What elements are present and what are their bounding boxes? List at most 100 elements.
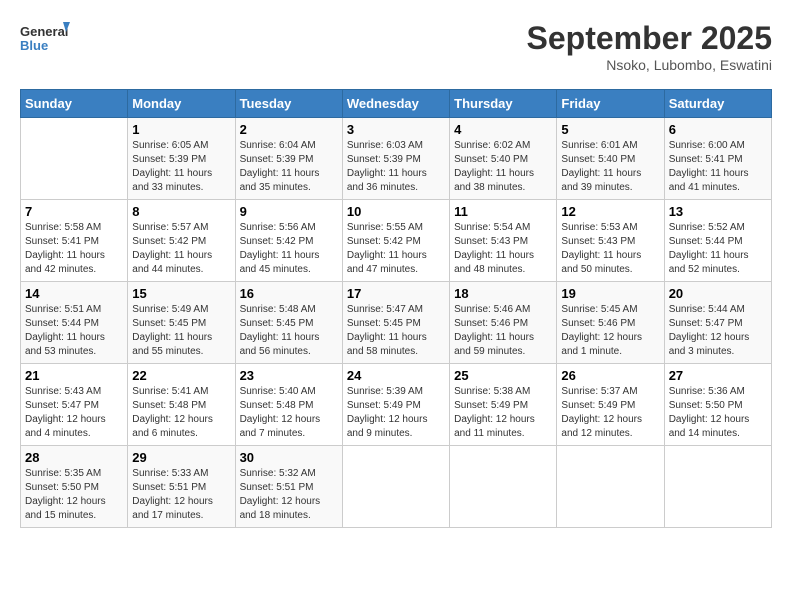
day-info: Sunrise: 5:48 AMSunset: 5:45 PMDaylight:… — [240, 303, 338, 359]
calendar-cell: 6 Sunrise: 6:00 AMSunset: 5:41 PMDayligh… — [664, 118, 771, 200]
calendar-cell: 28 Sunrise: 5:35 AMSunset: 5:50 PMDaylig… — [21, 446, 128, 528]
day-number: 17 — [347, 286, 445, 301]
day-info: Sunrise: 5:45 AMSunset: 5:46 PMDaylight:… — [561, 303, 659, 359]
calendar-cell: 30 Sunrise: 5:32 AMSunset: 5:51 PMDaylig… — [235, 446, 342, 528]
day-info: Sunrise: 5:33 AMSunset: 5:51 PMDaylight:… — [132, 467, 230, 523]
day-number: 29 — [132, 450, 230, 465]
calendar-cell: 1 Sunrise: 6:05 AMSunset: 5:39 PMDayligh… — [128, 118, 235, 200]
logo: General Blue — [20, 20, 70, 60]
day-header-wednesday: Wednesday — [342, 90, 449, 118]
day-info: Sunrise: 5:57 AMSunset: 5:42 PMDaylight:… — [132, 221, 230, 277]
day-header-friday: Friday — [557, 90, 664, 118]
calendar-cell: 12 Sunrise: 5:53 AMSunset: 5:43 PMDaylig… — [557, 200, 664, 282]
month-title: September 2025 — [527, 20, 772, 57]
calendar-cell — [450, 446, 557, 528]
calendar-cell: 19 Sunrise: 5:45 AMSunset: 5:46 PMDaylig… — [557, 282, 664, 364]
calendar-cell: 2 Sunrise: 6:04 AMSunset: 5:39 PMDayligh… — [235, 118, 342, 200]
day-info: Sunrise: 5:53 AMSunset: 5:43 PMDaylight:… — [561, 221, 659, 277]
calendar-cell — [664, 446, 771, 528]
day-info: Sunrise: 6:05 AMSunset: 5:39 PMDaylight:… — [132, 139, 230, 195]
day-number: 15 — [132, 286, 230, 301]
calendar-cell: 21 Sunrise: 5:43 AMSunset: 5:47 PMDaylig… — [21, 364, 128, 446]
day-number: 5 — [561, 122, 659, 137]
day-info: Sunrise: 5:40 AMSunset: 5:48 PMDaylight:… — [240, 385, 338, 441]
calendar-table: SundayMondayTuesdayWednesdayThursdayFrid… — [20, 89, 772, 528]
day-number: 23 — [240, 368, 338, 383]
svg-text:General: General — [20, 24, 68, 39]
page-header: General Blue September 2025 Nsoko, Lubom… — [20, 20, 772, 73]
day-number: 20 — [669, 286, 767, 301]
calendar-cell — [21, 118, 128, 200]
day-info: Sunrise: 5:46 AMSunset: 5:46 PMDaylight:… — [454, 303, 552, 359]
day-number: 6 — [669, 122, 767, 137]
week-row-2: 7 Sunrise: 5:58 AMSunset: 5:41 PMDayligh… — [21, 200, 772, 282]
calendar-cell: 14 Sunrise: 5:51 AMSunset: 5:44 PMDaylig… — [21, 282, 128, 364]
day-number: 16 — [240, 286, 338, 301]
day-number: 4 — [454, 122, 552, 137]
calendar-body: 1 Sunrise: 6:05 AMSunset: 5:39 PMDayligh… — [21, 118, 772, 528]
calendar-cell: 18 Sunrise: 5:46 AMSunset: 5:46 PMDaylig… — [450, 282, 557, 364]
calendar-cell: 5 Sunrise: 6:01 AMSunset: 5:40 PMDayligh… — [557, 118, 664, 200]
day-number: 1 — [132, 122, 230, 137]
calendar-cell: 11 Sunrise: 5:54 AMSunset: 5:43 PMDaylig… — [450, 200, 557, 282]
calendar-cell: 20 Sunrise: 5:44 AMSunset: 5:47 PMDaylig… — [664, 282, 771, 364]
day-number: 10 — [347, 204, 445, 219]
week-row-3: 14 Sunrise: 5:51 AMSunset: 5:44 PMDaylig… — [21, 282, 772, 364]
day-header-monday: Monday — [128, 90, 235, 118]
week-row-1: 1 Sunrise: 6:05 AMSunset: 5:39 PMDayligh… — [21, 118, 772, 200]
days-header-row: SundayMondayTuesdayWednesdayThursdayFrid… — [21, 90, 772, 118]
svg-text:Blue: Blue — [20, 38, 48, 53]
day-info: Sunrise: 5:49 AMSunset: 5:45 PMDaylight:… — [132, 303, 230, 359]
day-info: Sunrise: 5:58 AMSunset: 5:41 PMDaylight:… — [25, 221, 123, 277]
day-number: 18 — [454, 286, 552, 301]
day-number: 19 — [561, 286, 659, 301]
calendar-cell: 25 Sunrise: 5:38 AMSunset: 5:49 PMDaylig… — [450, 364, 557, 446]
day-info: Sunrise: 5:41 AMSunset: 5:48 PMDaylight:… — [132, 385, 230, 441]
calendar-cell: 27 Sunrise: 5:36 AMSunset: 5:50 PMDaylig… — [664, 364, 771, 446]
calendar-cell: 17 Sunrise: 5:47 AMSunset: 5:45 PMDaylig… — [342, 282, 449, 364]
calendar-cell: 23 Sunrise: 5:40 AMSunset: 5:48 PMDaylig… — [235, 364, 342, 446]
day-number: 11 — [454, 204, 552, 219]
calendar-cell: 26 Sunrise: 5:37 AMSunset: 5:49 PMDaylig… — [557, 364, 664, 446]
day-number: 28 — [25, 450, 123, 465]
calendar-cell: 7 Sunrise: 5:58 AMSunset: 5:41 PMDayligh… — [21, 200, 128, 282]
calendar-cell: 4 Sunrise: 6:02 AMSunset: 5:40 PMDayligh… — [450, 118, 557, 200]
day-info: Sunrise: 5:35 AMSunset: 5:50 PMDaylight:… — [25, 467, 123, 523]
day-number: 12 — [561, 204, 659, 219]
day-number: 8 — [132, 204, 230, 219]
day-info: Sunrise: 5:36 AMSunset: 5:50 PMDaylight:… — [669, 385, 767, 441]
calendar-cell: 15 Sunrise: 5:49 AMSunset: 5:45 PMDaylig… — [128, 282, 235, 364]
calendar-cell: 8 Sunrise: 5:57 AMSunset: 5:42 PMDayligh… — [128, 200, 235, 282]
calendar-cell: 24 Sunrise: 5:39 AMSunset: 5:49 PMDaylig… — [342, 364, 449, 446]
day-info: Sunrise: 5:54 AMSunset: 5:43 PMDaylight:… — [454, 221, 552, 277]
day-header-tuesday: Tuesday — [235, 90, 342, 118]
location: Nsoko, Lubombo, Eswatini — [527, 57, 772, 73]
day-info: Sunrise: 5:38 AMSunset: 5:49 PMDaylight:… — [454, 385, 552, 441]
day-number: 26 — [561, 368, 659, 383]
day-header-thursday: Thursday — [450, 90, 557, 118]
day-info: Sunrise: 5:39 AMSunset: 5:49 PMDaylight:… — [347, 385, 445, 441]
calendar-cell: 3 Sunrise: 6:03 AMSunset: 5:39 PMDayligh… — [342, 118, 449, 200]
week-row-4: 21 Sunrise: 5:43 AMSunset: 5:47 PMDaylig… — [21, 364, 772, 446]
day-info: Sunrise: 6:03 AMSunset: 5:39 PMDaylight:… — [347, 139, 445, 195]
day-number: 30 — [240, 450, 338, 465]
day-info: Sunrise: 5:32 AMSunset: 5:51 PMDaylight:… — [240, 467, 338, 523]
day-info: Sunrise: 5:55 AMSunset: 5:42 PMDaylight:… — [347, 221, 445, 277]
day-info: Sunrise: 5:56 AMSunset: 5:42 PMDaylight:… — [240, 221, 338, 277]
title-section: September 2025 Nsoko, Lubombo, Eswatini — [527, 20, 772, 73]
day-number: 3 — [347, 122, 445, 137]
day-info: Sunrise: 6:02 AMSunset: 5:40 PMDaylight:… — [454, 139, 552, 195]
day-number: 2 — [240, 122, 338, 137]
logo-icon: General Blue — [20, 20, 70, 60]
day-number: 21 — [25, 368, 123, 383]
calendar-cell: 9 Sunrise: 5:56 AMSunset: 5:42 PMDayligh… — [235, 200, 342, 282]
day-number: 9 — [240, 204, 338, 219]
day-info: Sunrise: 6:04 AMSunset: 5:39 PMDaylight:… — [240, 139, 338, 195]
calendar-cell — [557, 446, 664, 528]
day-info: Sunrise: 6:01 AMSunset: 5:40 PMDaylight:… — [561, 139, 659, 195]
day-info: Sunrise: 5:44 AMSunset: 5:47 PMDaylight:… — [669, 303, 767, 359]
calendar-cell: 29 Sunrise: 5:33 AMSunset: 5:51 PMDaylig… — [128, 446, 235, 528]
day-number: 13 — [669, 204, 767, 219]
calendar-cell: 22 Sunrise: 5:41 AMSunset: 5:48 PMDaylig… — [128, 364, 235, 446]
day-number: 7 — [25, 204, 123, 219]
